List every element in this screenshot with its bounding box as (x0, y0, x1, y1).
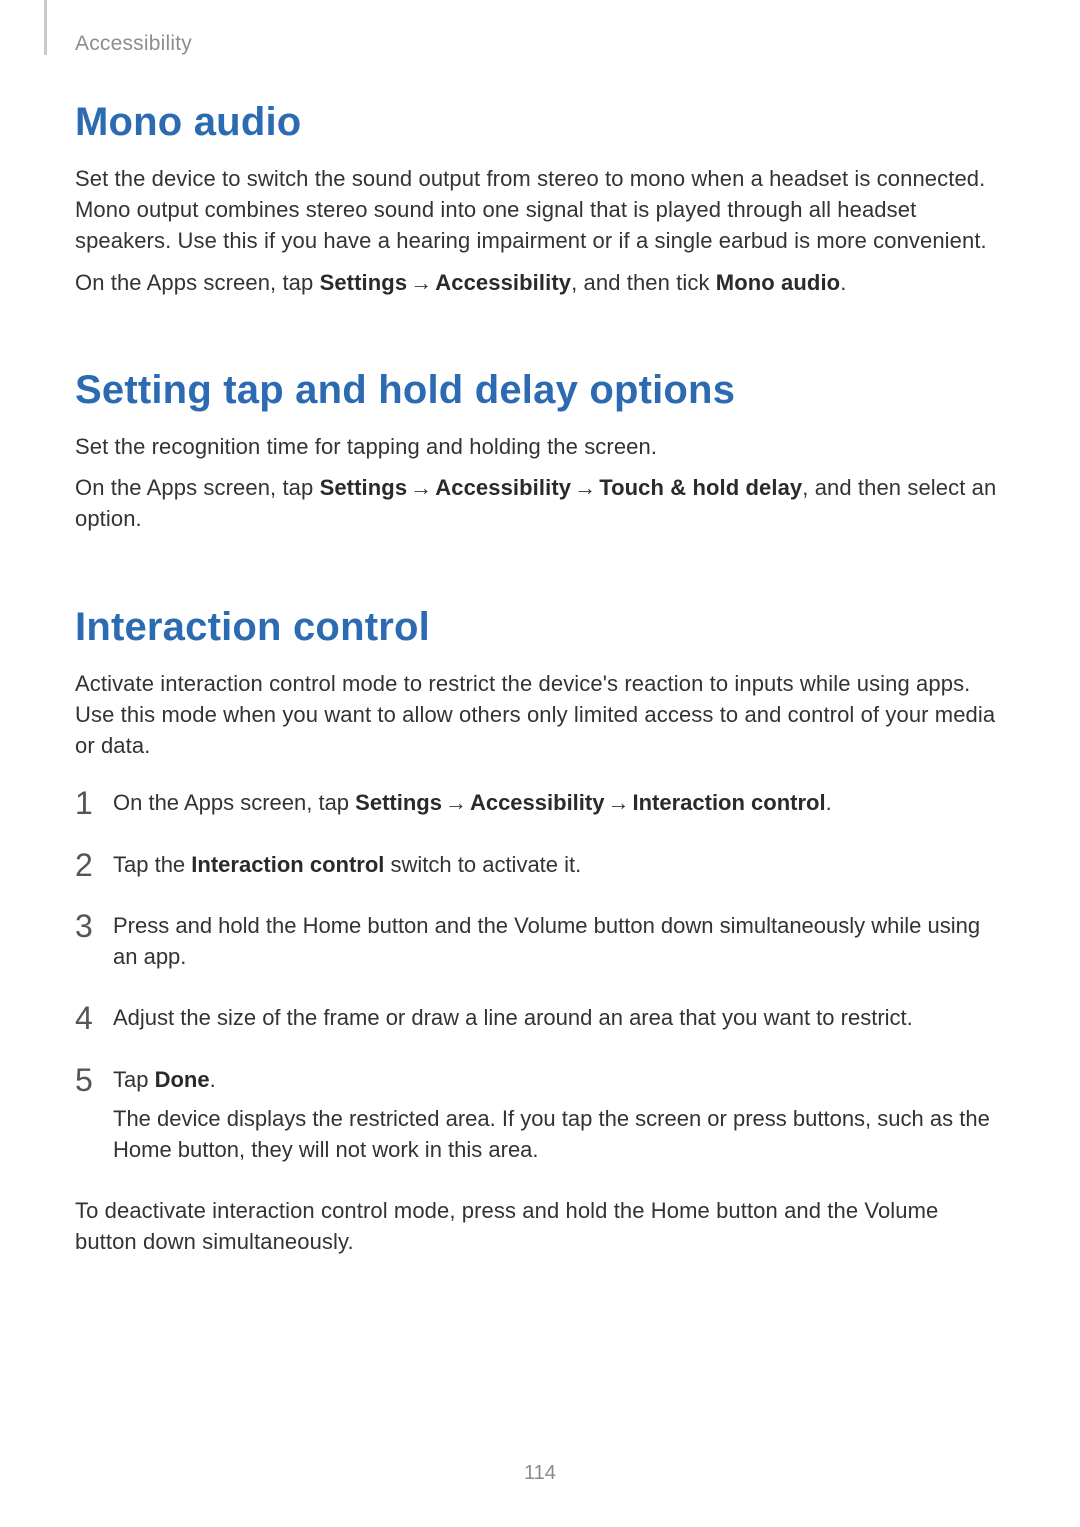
accessibility-label: Accessibility (435, 475, 571, 500)
text: . (840, 270, 846, 295)
step-2: 2 Tap the Interaction control switch to … (75, 849, 1005, 880)
step-5: 5 Tap Done. The device displays the rest… (75, 1064, 1005, 1166)
breadcrumb: Accessibility (75, 32, 192, 56)
text: On the Apps screen, tap (75, 475, 320, 500)
interaction-control-label: Interaction control (632, 790, 825, 815)
arrow-icon: → (407, 267, 435, 298)
step-4: 4 Adjust the size of the frame or draw a… (75, 1002, 1005, 1033)
text: On the Apps screen, tap (75, 270, 320, 295)
heading-interaction-control: Interaction control (75, 605, 1005, 650)
arrow-icon: → (604, 787, 632, 818)
accessibility-label: Accessibility (435, 270, 571, 295)
text: . (210, 1067, 216, 1092)
text: switch to activate it. (384, 852, 581, 877)
done-label: Done (155, 1067, 210, 1092)
interaction-intro: Activate interaction control mode to res… (75, 668, 1005, 762)
text: Tap the (113, 852, 191, 877)
mono-audio-label: Mono audio (716, 270, 840, 295)
page-content: Mono audio Set the device to switch the … (75, 100, 1005, 1258)
interaction-outro: To deactivate interaction control mode, … (75, 1195, 1005, 1257)
page-number: 114 (0, 1462, 1080, 1485)
accessibility-label: Accessibility (470, 790, 605, 815)
heading-tap-hold-delay: Setting tap and hold delay options (75, 368, 1005, 413)
interaction-control-label: Interaction control (191, 852, 384, 877)
header-divider (44, 0, 47, 55)
touch-hold-delay-label: Touch & hold delay (599, 475, 802, 500)
text: , and then tick (571, 270, 716, 295)
arrow-icon: → (407, 472, 435, 503)
text: Tap (113, 1067, 155, 1092)
step-number: 4 (75, 996, 93, 1041)
step-number: 1 (75, 781, 93, 826)
step-5-subtext: The device displays the restricted area.… (113, 1103, 1005, 1165)
step-1: 1 On the Apps screen, tap Settings→Acces… (75, 787, 1005, 818)
step-number: 5 (75, 1058, 93, 1103)
arrow-icon: → (571, 472, 599, 503)
text: On the Apps screen, tap (113, 790, 355, 815)
step-number: 2 (75, 843, 93, 888)
settings-label: Settings (355, 790, 442, 815)
text: Press and hold the Home button and the V… (113, 913, 980, 969)
steps-list: 1 On the Apps screen, tap Settings→Acces… (75, 787, 1005, 1165)
mono-audio-path: On the Apps screen, tap Settings→Accessi… (75, 267, 1005, 298)
step-3: 3 Press and hold the Home button and the… (75, 910, 1005, 972)
text: Adjust the size of the frame or draw a l… (113, 1005, 913, 1030)
heading-mono-audio: Mono audio (75, 100, 1005, 145)
step-number: 3 (75, 904, 93, 949)
text: . (826, 790, 832, 815)
delay-path: On the Apps screen, tap Settings→Accessi… (75, 472, 1005, 534)
settings-label: Settings (320, 475, 408, 500)
settings-label: Settings (320, 270, 408, 295)
arrow-icon: → (442, 787, 470, 818)
page: Accessibility Mono audio Set the device … (0, 0, 1080, 1527)
delay-description: Set the recognition time for tapping and… (75, 431, 1005, 462)
mono-audio-description: Set the device to switch the sound outpu… (75, 163, 1005, 257)
